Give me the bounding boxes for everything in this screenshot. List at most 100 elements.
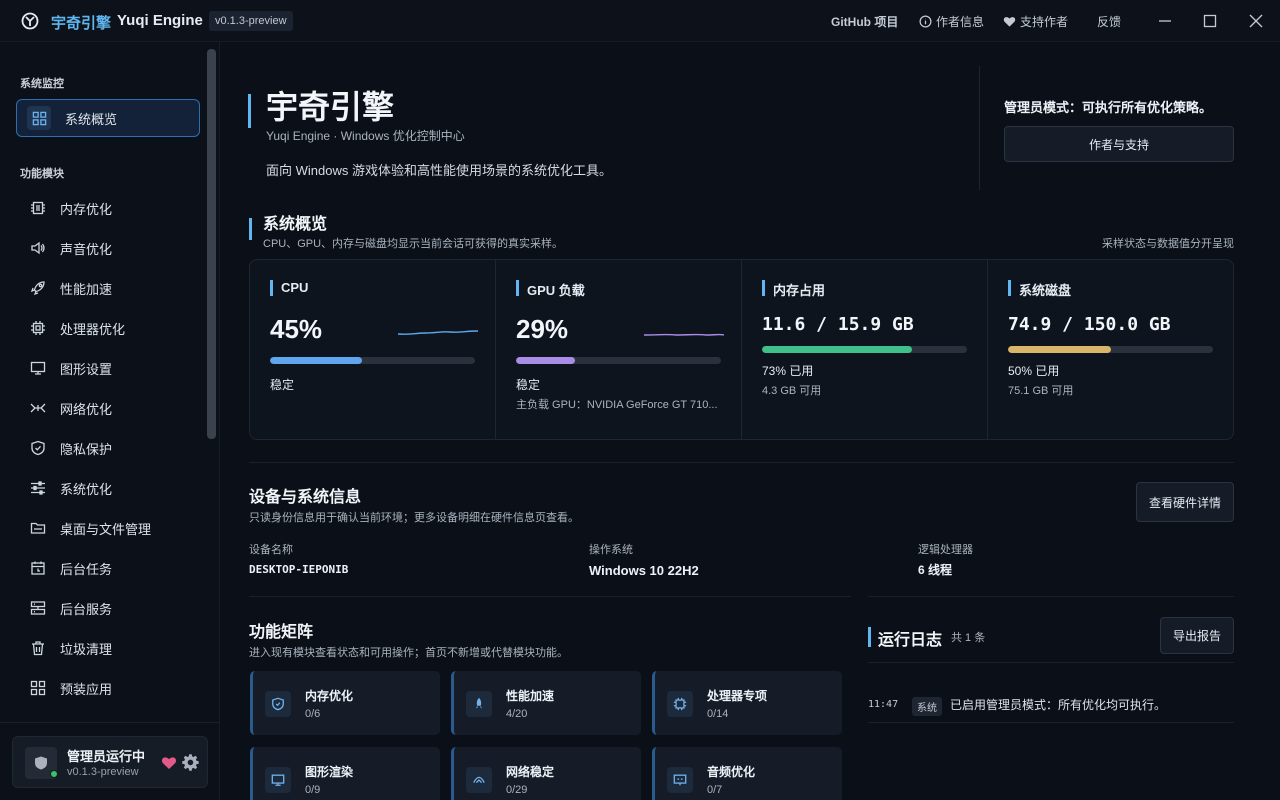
app-logo-icon (21, 12, 39, 30)
sidebar-item-privacy[interactable]: 隐私保护 (16, 429, 200, 467)
device-subtitle: 只读身份信息用于确认当前环境；更多设备明细在硬件信息页查看。 (249, 512, 579, 524)
export-report-button[interactable]: 导出报告 (1160, 617, 1234, 654)
stats-panel: CPU 45% 稳定 GPU 负载 29% 稳定 主负载 GPU：NVIDIA … (249, 259, 1234, 440)
log-count: 共 1 条 (951, 632, 986, 644)
sidebar-scrollbar[interactable] (207, 49, 216, 439)
stat-detail: 主负载 GPU：NVIDIA GeForce GT 710... (516, 399, 718, 411)
logical-cpu-value: 6 线程 (918, 563, 953, 577)
sidebar-item-network[interactable]: 网络优化 (16, 389, 200, 427)
stat-detail: 75.1 GB 可用 (1008, 385, 1074, 397)
tile-name: 网络稳定 (506, 765, 555, 779)
footer-version: v0.1.3-preview (67, 766, 139, 778)
gpu-progress-fill (516, 357, 576, 364)
sidebar-item-bg-tasks[interactable]: 后台任务 (16, 549, 200, 587)
overview-note: 采样状态与数据值分开呈现 (1102, 238, 1234, 250)
sidebar-item-label: 图形设置 (60, 361, 113, 377)
app-name-cn: 宇奇引擎 (51, 15, 112, 32)
support-author-link[interactable]: 支持作者 (1003, 13, 1068, 30)
matrix-subtitle: 进入现有模块查看状态和可用操作；首页不新增或代替模块功能。 (249, 647, 568, 659)
feedback-label: 反馈 (1097, 15, 1122, 29)
cpu-icon (673, 697, 687, 711)
sidebar-item-graphics[interactable]: 图形设置 (16, 349, 200, 387)
tile-network[interactable]: 网络稳定 0/29 (451, 747, 641, 800)
sidebar-item-label: 网络优化 (60, 401, 113, 417)
stat-accent-bar (762, 280, 765, 296)
section-divider (249, 462, 1234, 463)
stat-value: 29% (516, 314, 569, 344)
sidebar-item-desktop-files[interactable]: 桌面与文件管理 (16, 509, 200, 547)
sidebar-item-preinstalled[interactable]: 预装应用 (16, 669, 200, 707)
shield-icon (31, 440, 45, 456)
stat-disk: 系统磁盘 74.9 / 150.0 GB 50% 已用 75.1 GB 可用 (988, 260, 1233, 439)
github-link-label: GitHub 项目 (831, 15, 899, 29)
sidebar-item-sound[interactable]: 声音优化 (16, 229, 200, 267)
github-link[interactable]: GitHub 项目 (831, 13, 898, 30)
tile-icon-box (667, 767, 693, 793)
sidebar: 系统监控 系统概览 功能模块 内存优化 声音优化 性能加速 处理器优化 图形设置… (0, 42, 220, 800)
tile-memory[interactable]: 内存优化 0/6 (250, 671, 440, 735)
tile-audio[interactable]: 音频优化 0/7 (652, 747, 842, 800)
device-name-value: DESKTOP-IEPONIB (249, 563, 349, 576)
main-content: 宇奇引擎 Yuqi Engine · Windows 优化控制中心 面向 Win… (220, 42, 1280, 800)
logical-cpu-label: 逻辑处理器 (918, 544, 973, 556)
tile-icon-box (466, 767, 492, 793)
minimize-icon[interactable] (1153, 10, 1177, 32)
close-icon[interactable] (1244, 10, 1268, 32)
tile-icon-box (265, 767, 291, 793)
tile-name: 音频优化 (707, 765, 756, 779)
sidebar-item-cleanup[interactable]: 垃圾清理 (16, 629, 200, 667)
author-info-label: 作者信息 (936, 15, 985, 29)
device-name-label: 设备名称 (249, 544, 293, 556)
author-info-link[interactable]: 作者信息 (919, 13, 984, 30)
trash-icon (32, 641, 44, 656)
sidebar-item-performance[interactable]: 性能加速 (16, 269, 200, 307)
stat-status: 稳定 (516, 378, 541, 392)
gpu-sparkline (644, 333, 724, 336)
stat-label: 内存占用 (773, 283, 826, 298)
matrix-title: 功能矩阵 (249, 624, 314, 641)
sidebar-item-bg-services[interactable]: 后台服务 (16, 589, 200, 627)
sidebar-item-label: 后台服务 (60, 601, 113, 617)
os-value: Windows 10 22H2 (589, 563, 699, 578)
sidebar-item-label: 垃圾清理 (60, 641, 113, 657)
tile-count: 0/7 (707, 784, 723, 796)
sidebar-item-label: 桌面与文件管理 (60, 521, 152, 537)
admin-mode-text: 管理员模式：可执行所有优化策略。 (1004, 100, 1213, 115)
hardware-details-button[interactable]: 查看硬件详情 (1136, 482, 1234, 522)
heart-icon[interactable] (161, 755, 177, 771)
sidebar-item-label: 隐私保护 (60, 441, 113, 457)
sidebar-item-overview[interactable]: 系统概览 (16, 99, 200, 137)
tile-performance[interactable]: 性能加速 4/20 (451, 671, 641, 735)
tile-count: 0/29 (506, 784, 528, 796)
sidebar-item-processor[interactable]: 处理器优化 (16, 309, 200, 347)
grid-icon-box (27, 106, 51, 130)
sidebar-item-label: 内存优化 (60, 201, 113, 217)
sidebar-item-memory[interactable]: 内存优化 (16, 189, 200, 227)
sidebar-section-monitor: 系统监控 (20, 78, 64, 90)
tile-graphics[interactable]: 图形渲染 0/9 (250, 747, 440, 800)
tile-icon-box (466, 691, 492, 717)
device-title: 设备与系统信息 (249, 489, 362, 506)
author-support-button[interactable]: 作者与支持 (1004, 126, 1234, 162)
tile-processor[interactable]: 处理器专项 0/14 (652, 671, 842, 735)
calendar-icon (31, 561, 45, 575)
maximize-icon[interactable] (1198, 10, 1222, 32)
sidebar-item-label: 处理器优化 (60, 321, 126, 337)
info-icon (919, 15, 932, 28)
stat-status: 稳定 (270, 378, 295, 392)
shield-icon (272, 697, 284, 711)
feedback-link[interactable]: 反馈 (1097, 13, 1121, 30)
overview-accent-bar (249, 218, 252, 240)
sidebar-item-label: 声音优化 (60, 241, 113, 257)
memory-progress-fill (762, 346, 912, 353)
stat-value: 74.9 / 150.0 GB (1008, 314, 1171, 335)
stat-gpu: GPU 负载 29% 稳定 主负载 GPU：NVIDIA GeForce GT … (496, 260, 742, 439)
stat-accent-bar (270, 280, 273, 296)
tile-name: 内存优化 (305, 689, 354, 703)
server-icon (30, 601, 46, 615)
network-icon (30, 403, 46, 413)
gear-icon[interactable] (182, 754, 199, 771)
sidebar-item-system[interactable]: 系统优化 (16, 469, 200, 507)
tile-count: 0/9 (305, 784, 321, 796)
page-subtitle: Yuqi Engine · Windows 优化控制中心 (266, 129, 465, 143)
